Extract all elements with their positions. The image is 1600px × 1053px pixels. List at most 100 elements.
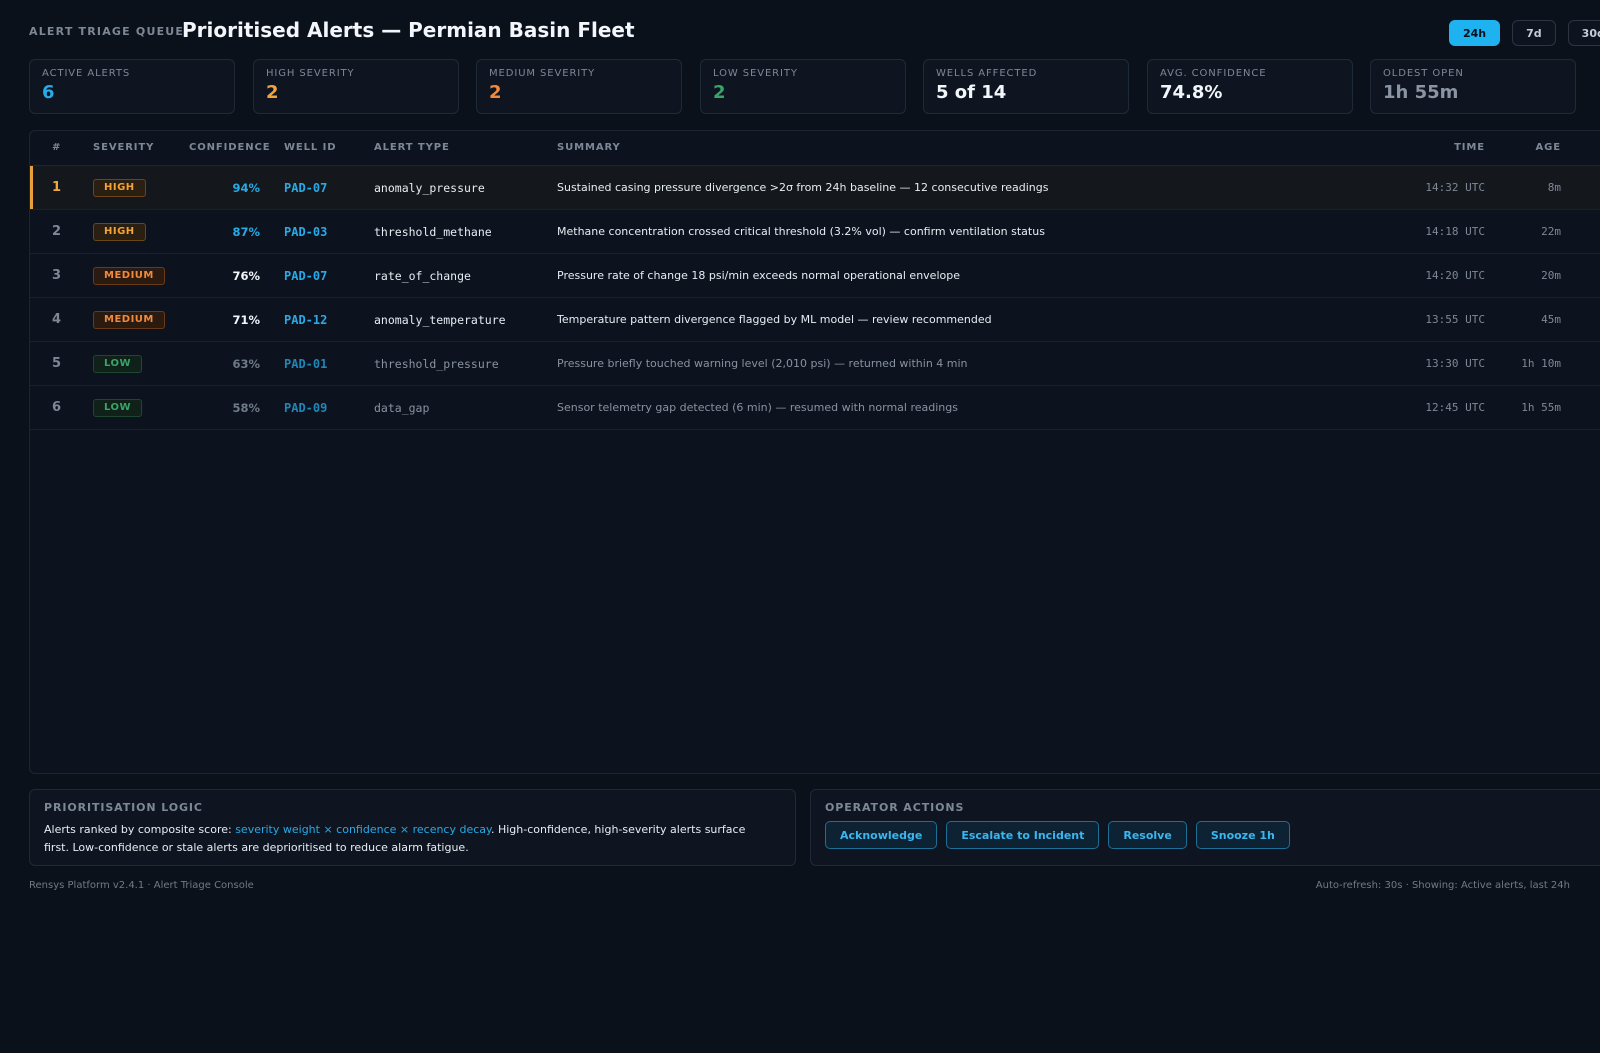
stat-label: OLDEST OPEN (1383, 68, 1464, 79)
snooze-button[interactable]: Snooze 1h (1195, 821, 1290, 849)
stat-card-active-alerts: ACTIVE ALERTS 6 (29, 59, 235, 114)
summary-cell: Sustained casing pressure divergence >2σ… (557, 181, 1049, 194)
alert-triage-app: ALERT TRIAGE QUEUE Prioritised Alerts — … (0, 0, 1600, 1053)
severity-badge: MEDIUM (93, 266, 165, 285)
severity-cell: LOW (93, 386, 143, 429)
logic-text-before: Alerts ranked by composite score: (44, 823, 236, 836)
severity-badge: HIGH (93, 222, 146, 241)
stat-value: 1h 55m (1383, 82, 1459, 103)
stat-card-medium-severity: MEDIUM SEVERITY 2 (476, 59, 682, 114)
table-row[interactable]: 2 HIGH 87% PAD-03 threshold_methane Methane c… (30, 210, 1600, 254)
confidence-cell: 76% (232, 268, 260, 283)
range-7d-button[interactable]: 7d (1512, 20, 1556, 46)
stat-value: 2 (489, 82, 502, 103)
well-id-link[interactable]: PAD-07 (284, 254, 327, 297)
severity-badge: LOW (93, 398, 143, 417)
well-id-link[interactable]: PAD-01 (284, 342, 327, 385)
severity-cell: HIGH (93, 166, 146, 209)
rank-cell: 5 (52, 356, 62, 371)
time-cell: 14:32 UTC (1425, 181, 1485, 194)
well-id-link[interactable]: PAD-12 (284, 298, 327, 341)
range-30d-button[interactable]: 30d (1567, 20, 1600, 46)
rank-cell: 2 (52, 224, 62, 239)
footer-refresh-status: Auto-refresh: 30s · Showing: Active aler… (1315, 880, 1570, 891)
severity-cell: MEDIUM (93, 254, 165, 297)
escalate-to-incident-button[interactable]: Escalate to Incident (946, 821, 1100, 849)
column-header-rank[interactable]: # (52, 142, 61, 153)
stat-card-oldest-open: OLDEST OPEN 1h 55m (1370, 59, 1576, 114)
header: ALERT TRIAGE QUEUE Prioritised Alerts — … (29, 18, 1600, 46)
column-header-well-id[interactable]: WELL ID (284, 142, 336, 153)
well-id-link[interactable]: PAD-09 (284, 386, 327, 429)
table-row[interactable]: 1 HIGH 94% PAD-07 anomaly_pressure Sustained … (30, 166, 1600, 210)
table-header: # SEVERITY CONFIDENCE WELL ID ALERT TYPE… (30, 131, 1600, 166)
rank-cell: 4 (52, 312, 62, 327)
panel-title: OPERATOR ACTIONS (825, 801, 965, 814)
stat-label: LOW SEVERITY (713, 68, 798, 79)
column-header-alert-type[interactable]: ALERT TYPE (374, 142, 450, 153)
stat-value: 2 (266, 82, 279, 103)
rank-cell: 1 (52, 180, 62, 195)
severity-cell: LOW (93, 342, 143, 385)
age-cell: 20m (1541, 269, 1561, 282)
alert-type-cell: data_gap (374, 400, 430, 415)
stat-value: 6 (42, 82, 55, 103)
logic-formula: severity weight × confidence × recency d… (235, 823, 491, 836)
table-body: 1 HIGH 94% PAD-07 anomaly_pressure Sustained … (30, 166, 1600, 430)
severity-cell: HIGH (93, 210, 146, 253)
prioritisation-logic-panel: PRIORITISATION LOGIC Alerts ranked by co… (29, 789, 796, 866)
rank-cell: 6 (52, 400, 62, 415)
severity-badge: HIGH (93, 178, 146, 197)
time-cell: 13:55 UTC (1425, 313, 1485, 326)
alert-type-cell: anomaly_temperature (374, 312, 506, 327)
table-row[interactable]: 3 MEDIUM 76% PAD-07 rate_of_change Pressure r… (30, 254, 1600, 298)
stat-label: WELLS AFFECTED (936, 68, 1038, 79)
severity-badge: MEDIUM (93, 310, 165, 329)
panel-title: PRIORITISATION LOGIC (44, 801, 203, 814)
column-header-time[interactable]: TIME (1430, 142, 1485, 153)
stat-label: ACTIVE ALERTS (42, 68, 131, 79)
stat-card-low-severity: LOW SEVERITY 2 (700, 59, 906, 114)
resolve-button[interactable]: Resolve (1108, 821, 1187, 849)
operator-actions-panel: OPERATOR ACTIONS Acknowledge Escalate to… (810, 789, 1600, 866)
confidence-cell: 58% (232, 400, 260, 415)
summary-cell: Pressure rate of change 18 psi/min excee… (557, 269, 960, 282)
alert-type-cell: anomaly_pressure (374, 180, 485, 195)
logic-description: Alerts ranked by composite score: severi… (44, 821, 764, 857)
table-row[interactable]: 4 MEDIUM 71% PAD-12 anomaly_temperature Tempe… (30, 298, 1600, 342)
time-cell: 14:20 UTC (1425, 269, 1485, 282)
alert-type-cell: threshold_methane (374, 224, 492, 239)
confidence-cell: 71% (232, 312, 260, 327)
alert-type-cell: rate_of_change (374, 268, 471, 283)
confidence-cell: 94% (232, 180, 260, 195)
section-eyebrow: ALERT TRIAGE QUEUE (29, 25, 185, 38)
stat-label: AVG. CONFIDENCE (1160, 68, 1267, 79)
column-header-severity[interactable]: SEVERITY (93, 142, 154, 153)
rank-cell: 3 (52, 268, 62, 283)
column-header-summary[interactable]: SUMMARY (557, 142, 621, 153)
acknowledge-button[interactable]: Acknowledge (825, 821, 938, 849)
alert-type-cell: threshold_pressure (374, 356, 499, 371)
well-id-link[interactable]: PAD-03 (284, 210, 327, 253)
column-header-confidence[interactable]: CONFIDENCE (189, 142, 270, 153)
column-header-age[interactable]: AGE (1515, 142, 1561, 153)
age-cell: 1h 10m (1521, 357, 1561, 370)
footer-version: Rensys Platform v2.4.1 · Alert Triage Co… (29, 880, 254, 891)
stat-value: 2 (713, 82, 726, 103)
well-id-link[interactable]: PAD-07 (284, 166, 327, 209)
summary-cell: Methane concentration crossed critical t… (557, 225, 1045, 238)
severity-badge: LOW (93, 354, 143, 373)
stat-card-wells-affected: WELLS AFFECTED 5 of 14 (923, 59, 1129, 114)
confidence-cell: 63% (232, 356, 260, 371)
table-row[interactable]: 5 LOW 63% PAD-01 threshold_pressure Pressure … (30, 342, 1600, 386)
confidence-cell: 87% (232, 224, 260, 239)
time-cell: 14:18 UTC (1425, 225, 1485, 238)
summary-cell: Temperature pattern divergence flagged b… (557, 313, 992, 326)
table-row[interactable]: 6 LOW 58% PAD-09 data_gap Sensor telemetry ga… (30, 386, 1600, 430)
range-24h-button[interactable]: 24h (1449, 20, 1501, 46)
page-title: Prioritised Alerts — Permian Basin Fleet (182, 18, 635, 42)
summary-cell: Pressure briefly touched warning level (… (557, 357, 968, 370)
severity-cell: MEDIUM (93, 298, 165, 341)
age-cell: 1h 55m (1521, 401, 1561, 414)
time-cell: 13:30 UTC (1425, 357, 1485, 370)
